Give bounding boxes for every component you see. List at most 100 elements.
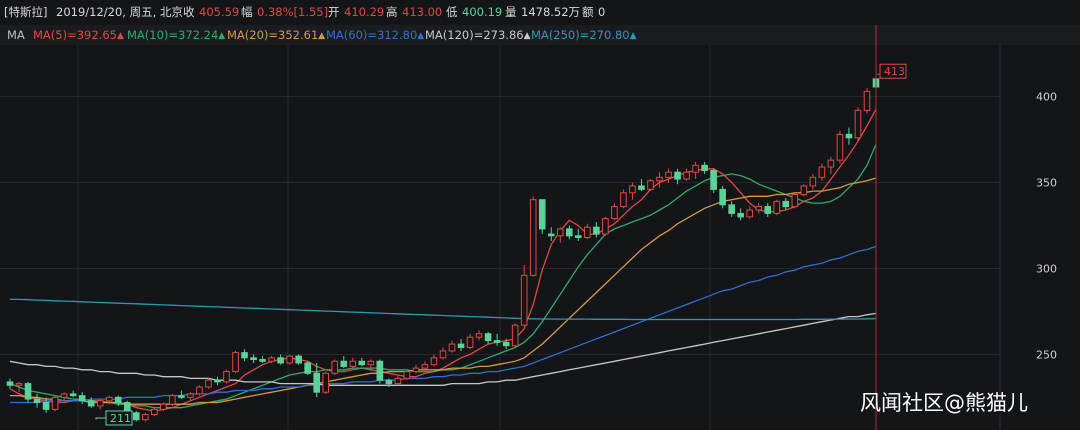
candle-body [33,398,41,403]
candle-body [178,395,185,398]
candle-body [647,180,654,190]
candle-body [674,171,681,180]
candle-body [773,200,781,214]
candle-body [6,381,14,386]
candle-body [313,372,321,393]
candle-body [268,357,275,362]
candle-body [151,408,158,416]
candlestick-chart[interactable]: 250 300 350 400 413 211 [0,0,1080,430]
candle-body [845,133,853,139]
candle-body [728,204,735,214]
candle-body [160,403,167,410]
candle-body [304,362,311,374]
candle-body [547,233,555,237]
candle-body [782,200,790,208]
candle-body [502,341,510,347]
candle-body [863,90,871,111]
candle-body [403,371,411,379]
candle-body [791,194,799,208]
watermark-text: 风闻社区@熊猫儿 [860,391,1028,415]
candle-body [475,333,483,338]
candle-body [412,367,420,373]
candle-body [565,228,573,237]
candle-body [105,396,113,402]
candle-body [836,133,844,161]
candle-body [556,228,564,237]
candle-body [457,343,465,348]
candle-body [114,396,122,403]
candle-body [214,379,221,383]
candle-body [169,395,176,405]
candle-body [60,393,68,398]
candle-body [818,166,826,178]
candle-body [376,360,384,381]
candle-body [394,377,402,385]
candle-body [692,164,699,173]
candle-body [439,350,447,359]
candle-body [638,185,645,190]
candle-body [746,209,754,218]
candle-body [520,274,528,326]
candle-body [286,355,293,364]
candle-body [259,359,266,362]
candle-body [24,383,32,400]
candle-body [421,364,429,369]
candle-body [250,357,257,361]
candle-body [205,379,212,388]
candle-body [584,226,591,238]
candle-body [511,324,519,347]
candle-body [854,109,862,139]
ma-line-ma20 [10,177,877,405]
candle-body [683,171,690,180]
candle-body [132,412,140,421]
y-tick-label: 350 [1036,177,1057,190]
candle-body [620,192,627,208]
candle-body [593,226,600,235]
candle-body [340,360,348,367]
candle-body [665,171,672,178]
ma-line-ma5 [9,108,877,412]
candle-body [629,185,636,194]
candle-body [737,212,744,218]
candle-body [196,386,203,395]
candle-body [331,360,339,374]
ma-line-ma60 [10,245,877,404]
candle-body [51,396,59,410]
candle-body [349,360,357,367]
candle-body [493,340,501,343]
y-tick-label: 300 [1036,262,1057,275]
candle-body [358,360,366,366]
candle-body [69,393,77,397]
candle-body [827,159,835,168]
candle-body [466,336,474,348]
high-marker: 413 [877,63,907,79]
candle-body [809,176,817,187]
candle-body [755,206,763,211]
ma-line-ma250 [10,298,877,321]
candle-body [529,199,537,276]
candle-body [430,357,438,366]
candle-body [277,357,284,364]
low-marker: 211 [95,410,133,426]
marker-label: 413 [884,65,905,78]
candle-body [701,164,708,171]
candle-body [78,395,86,402]
candle-body [367,360,375,366]
marker-connector [95,417,106,420]
candle-body [719,188,726,206]
candle-body [448,343,456,352]
candle-body [322,372,330,393]
candle-body [538,199,546,230]
candle-body [241,352,248,359]
candle-body [223,371,230,383]
candle-body [142,414,149,421]
candle-body [42,402,50,410]
candle-body [15,383,23,386]
candle-body [87,400,95,407]
candle-body [96,400,104,407]
candle-body [385,379,393,385]
candle-body [575,235,582,238]
candle-body [484,333,492,342]
y-tick-label: 400 [1036,91,1057,104]
y-tick-label: 250 [1036,348,1057,361]
